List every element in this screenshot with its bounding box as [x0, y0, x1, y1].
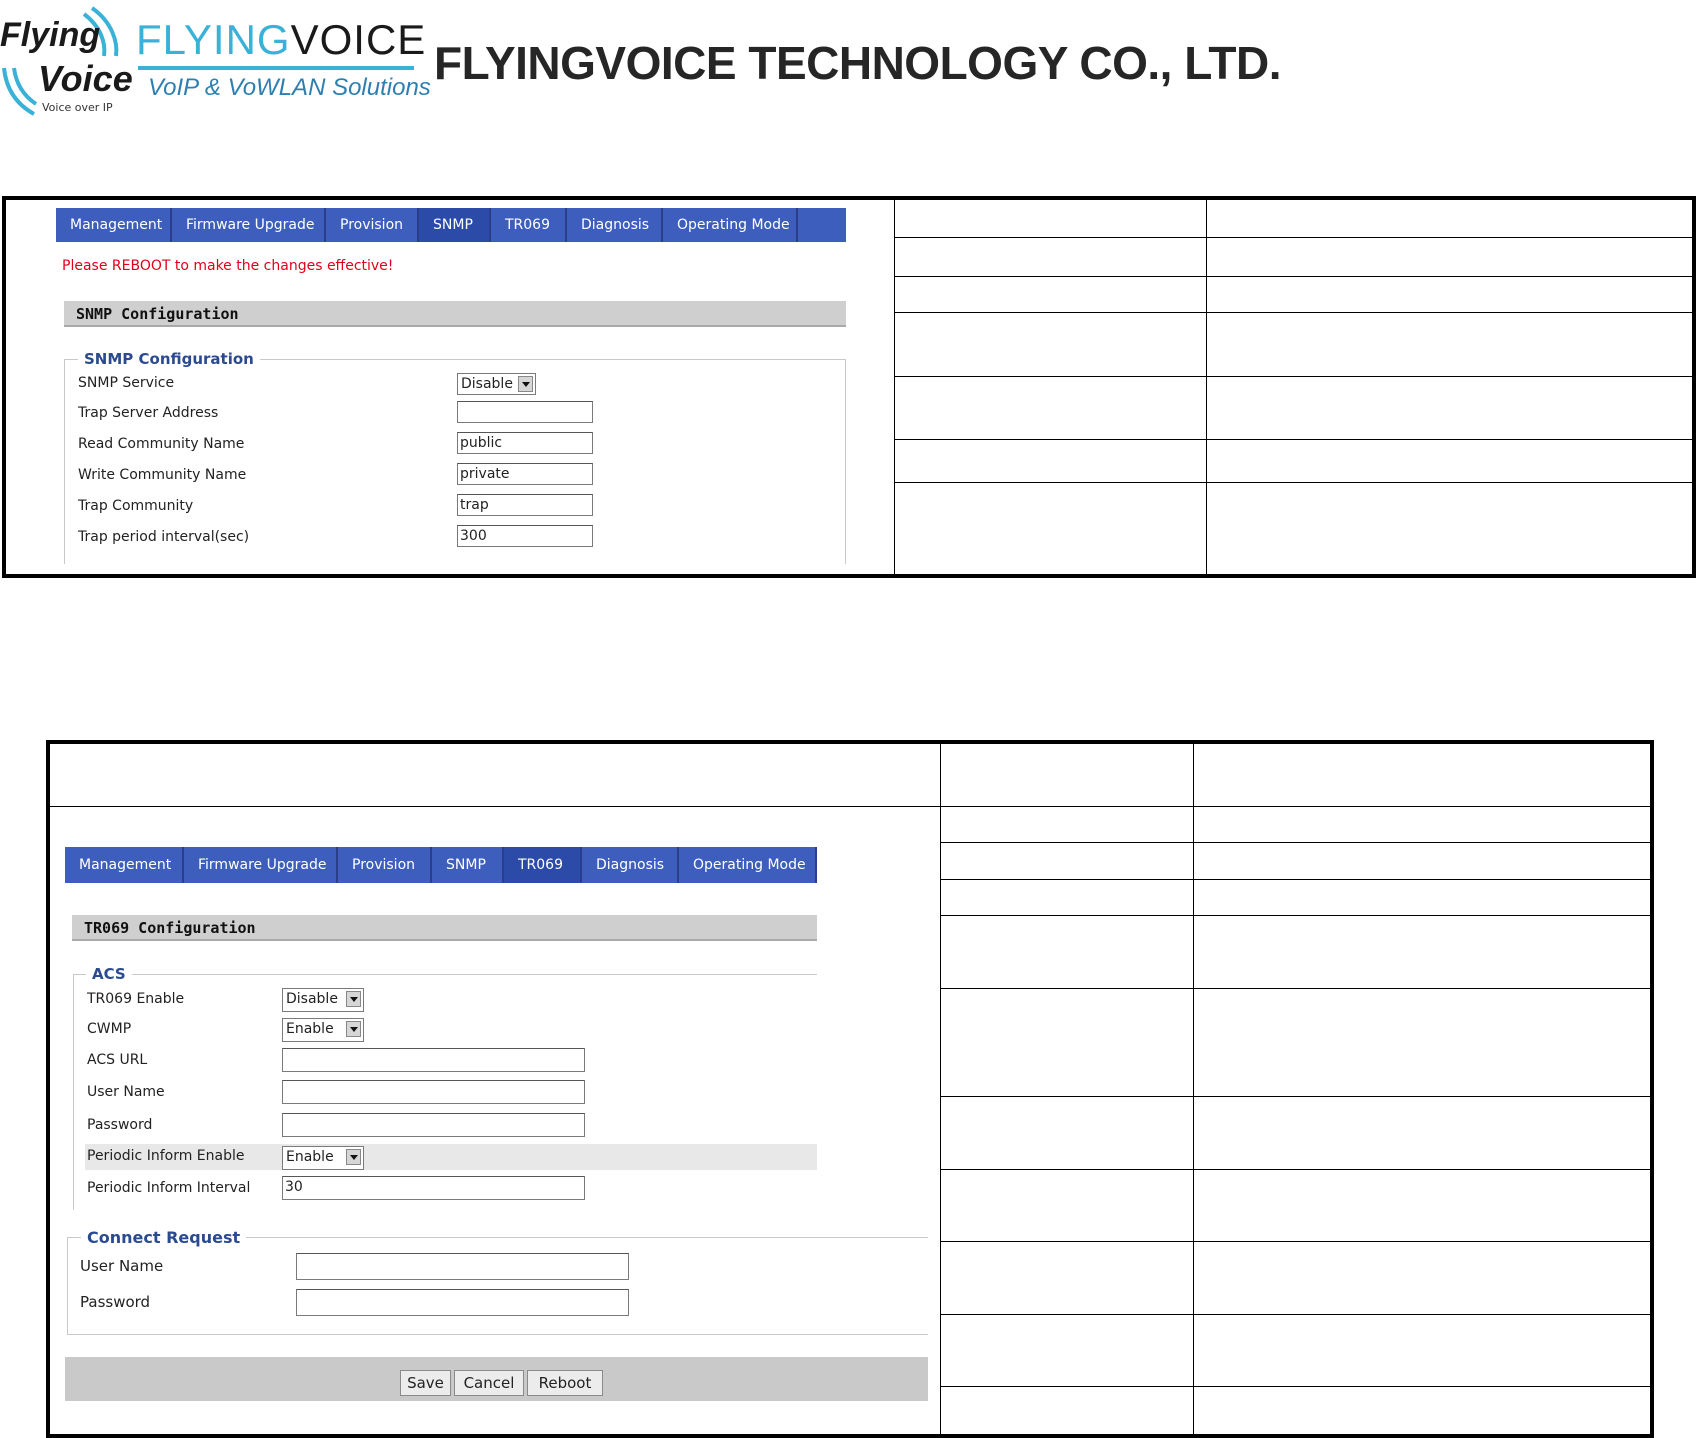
chevron-down-icon	[346, 1149, 361, 1165]
tr069-nav-tabs: Management Firmware Upgrade Provision SN…	[65, 847, 817, 883]
tab-operating-mode[interactable]: Operating Mode	[663, 208, 798, 242]
acs-user-name-label: User Name	[87, 1084, 165, 1100]
tab-firmware-upgrade[interactable]: Firmware Upgrade	[184, 847, 338, 883]
read-community-name-input[interactable]: public	[457, 432, 593, 454]
cancel-button[interactable]: Cancel	[454, 1370, 524, 1396]
table-row-line	[940, 1314, 1652, 1315]
chevron-down-icon	[518, 376, 533, 392]
tab-diagnosis[interactable]: Diagnosis	[582, 847, 679, 883]
fieldset-border	[73, 974, 817, 975]
tr069-section-title: TR069 Configuration	[72, 915, 817, 941]
tab-tr069[interactable]: TR069	[504, 847, 582, 883]
table-row-line	[894, 312, 1694, 313]
periodic-inform-enable-select[interactable]: Enable	[282, 1146, 364, 1170]
snmp-service-value: Disable	[461, 376, 513, 392]
connect-user-name-label: User Name	[80, 1257, 164, 1275]
table-row-line	[894, 482, 1694, 483]
tr069-enable-label: TR069 Enable	[87, 991, 185, 1007]
tab-provision[interactable]: Provision	[338, 847, 432, 883]
table-row-line	[940, 842, 1652, 843]
tab-snmp[interactable]: SNMP	[432, 847, 504, 883]
tab-snmp[interactable]: SNMP	[419, 208, 491, 242]
reboot-notice: Please REBOOT to make the changes effect…	[62, 258, 394, 274]
table-header-line	[48, 806, 1652, 807]
cwmp-value: Enable	[286, 1021, 334, 1037]
acs-password-label: Password	[87, 1117, 153, 1133]
table-row-line	[940, 1169, 1652, 1170]
logo-flying-text: Flying	[0, 16, 101, 54]
company-name: FLYINGVOICE TECHNOLOGY CO., LTD.	[434, 37, 1282, 89]
trap-community-label: Trap Community	[78, 498, 194, 514]
acs-user-name-input[interactable]	[282, 1080, 585, 1104]
fieldset-border	[73, 974, 74, 1210]
connect-password-input[interactable]	[296, 1289, 629, 1316]
acs-password-input[interactable]	[282, 1113, 585, 1137]
write-community-name-label: Write Community Name	[78, 467, 247, 483]
logo-tagline: Voice over IP	[42, 101, 113, 114]
periodic-inform-interval-label: Periodic Inform Interval	[87, 1180, 251, 1196]
tr069-enable-value: Disable	[286, 991, 338, 1007]
connect-user-name-input[interactable]	[296, 1253, 629, 1280]
acs-url-label: ACS URL	[87, 1052, 148, 1068]
brand-underline	[138, 66, 414, 70]
table-row-line	[940, 1241, 1652, 1242]
table-row-line	[940, 1096, 1652, 1097]
snmp-doc-table	[2, 196, 1696, 578]
table-row-line	[940, 988, 1652, 989]
tab-tr069[interactable]: TR069	[491, 208, 567, 242]
trap-period-interval-label: Trap period interval(sec)	[78, 529, 250, 545]
cwmp-label: CWMP	[87, 1021, 132, 1037]
brand-part1: FLYING	[136, 16, 291, 63]
chevron-down-icon	[346, 991, 361, 1007]
table-divider	[940, 742, 941, 1436]
table-row-line	[940, 879, 1652, 880]
table-divider	[1193, 742, 1194, 1436]
save-button[interactable]: Save	[400, 1370, 451, 1396]
read-community-name-label: Read Community Name	[78, 436, 245, 452]
brand-part2: VOICE	[290, 16, 427, 63]
tab-firmware-upgrade[interactable]: Firmware Upgrade	[172, 208, 326, 242]
write-community-name-input[interactable]: private	[457, 463, 593, 485]
trap-server-address-label: Trap Server Address	[78, 405, 219, 421]
periodic-inform-enable-label: Periodic Inform Enable	[87, 1148, 245, 1164]
reboot-button[interactable]: Reboot	[527, 1370, 603, 1396]
brand-subtitle: VoIP & VoWLAN Solutions	[148, 74, 431, 101]
snmp-section-title: SNMP Configuration	[64, 301, 846, 327]
table-row-line	[894, 276, 1694, 277]
table-row-line	[894, 376, 1694, 377]
table-row-line	[940, 915, 1652, 916]
tab-management[interactable]: Management	[65, 847, 184, 883]
tab-operating-mode[interactable]: Operating Mode	[679, 847, 817, 883]
cwmp-select[interactable]: Enable	[282, 1018, 364, 1042]
table-row-line	[894, 439, 1694, 440]
fieldset-border	[67, 1334, 928, 1335]
trap-community-input[interactable]: trap	[457, 494, 593, 516]
trap-server-address-input[interactable]	[457, 401, 593, 423]
snmp-service-select[interactable]: Disable	[457, 373, 536, 395]
fieldset-border	[64, 359, 65, 564]
periodic-inform-enable-value: Enable	[286, 1149, 334, 1165]
table-divider	[894, 198, 895, 576]
periodic-inform-interval-input[interactable]: 30	[282, 1176, 585, 1200]
trap-period-interval-input[interactable]: 300	[457, 525, 593, 547]
fieldset-border	[845, 359, 846, 564]
tr069-enable-select[interactable]: Disable	[282, 988, 364, 1012]
table-row-line	[940, 1386, 1652, 1387]
tab-provision[interactable]: Provision	[326, 208, 419, 242]
table-divider	[1206, 198, 1207, 576]
snmp-nav-tabs: Management Firmware Upgrade Provision SN…	[56, 208, 846, 242]
snmp-group-legend: SNMP Configuration	[78, 350, 260, 368]
acs-legend: ACS	[86, 965, 132, 983]
snmp-service-label: SNMP Service	[78, 375, 175, 391]
fieldset-border	[67, 1237, 68, 1335]
brand-wordmark: FLYINGVOICE	[136, 16, 426, 64]
logo-voice-text: Voice	[38, 58, 133, 99]
table-row-line	[894, 237, 1694, 238]
connect-request-legend: Connect Request	[81, 1228, 247, 1247]
tab-diagnosis[interactable]: Diagnosis	[567, 208, 663, 242]
tab-management[interactable]: Management	[56, 208, 172, 242]
connect-password-label: Password	[80, 1293, 151, 1311]
chevron-down-icon	[346, 1021, 361, 1037]
acs-url-input[interactable]	[282, 1048, 585, 1072]
